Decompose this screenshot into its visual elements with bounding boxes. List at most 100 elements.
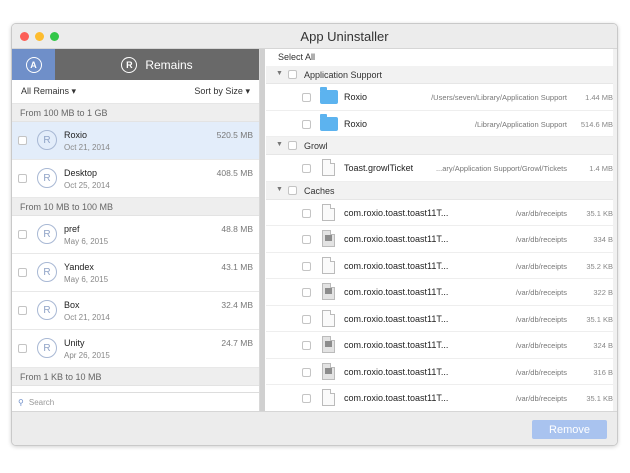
scrollbar[interactable] bbox=[613, 49, 617, 411]
remains-list: From 100 MB to 1 GB R Roxio Oct 21, 2014 520… bbox=[12, 104, 259, 412]
remove-button[interactable]: Remove bbox=[532, 420, 607, 439]
file-size: 514.6 MB bbox=[580, 119, 613, 129]
checkbox[interactable] bbox=[288, 70, 297, 79]
executable-file-icon bbox=[322, 283, 335, 300]
checkbox[interactable] bbox=[302, 288, 311, 297]
checkbox[interactable] bbox=[302, 235, 311, 244]
checkbox[interactable] bbox=[302, 261, 311, 271]
file-path: /var/db/receipts bbox=[515, 261, 567, 271]
checkbox[interactable] bbox=[302, 341, 311, 350]
checkbox[interactable] bbox=[18, 136, 27, 145]
file-row[interactable]: com.roxio.toast.toast11T... /var/db/recei… bbox=[266, 226, 617, 253]
app-date: May 6, 2015 bbox=[64, 237, 109, 246]
checkbox[interactable] bbox=[18, 174, 27, 183]
tab-remains[interactable]: R Remains bbox=[55, 49, 259, 80]
tab-remains-label: Remains bbox=[145, 57, 193, 72]
mode-tabs: A R Remains bbox=[12, 49, 259, 80]
app-store-icon: A bbox=[25, 56, 42, 73]
section-header[interactable]: ▼ Caches bbox=[266, 181, 617, 200]
app-size: 32.4 MB bbox=[221, 300, 253, 310]
file-row[interactable]: com.roxio.toast.toast11T... /var/db/recei… bbox=[266, 332, 617, 359]
tab-applications[interactable]: A bbox=[12, 49, 55, 80]
file-row[interactable]: Toast.growlTicket ...ary/Application Supp… bbox=[266, 155, 617, 182]
file-row[interactable]: com.roxio.toast.toast11T... /var/db/recei… bbox=[266, 279, 617, 306]
file-name: com.roxio.toast.toast11T... bbox=[344, 393, 449, 403]
file-size: 35.1 KB bbox=[586, 394, 613, 403]
checkbox[interactable] bbox=[18, 268, 27, 277]
file-name: com.roxio.toast.toast11T... bbox=[344, 366, 449, 377]
panel-divider[interactable] bbox=[260, 49, 265, 411]
app-name: Unity bbox=[64, 338, 85, 348]
file-row[interactable]: com.roxio.toast.toast11T... /var/db/recei… bbox=[266, 359, 617, 385]
all-remains-dropdown[interactable]: All Remains ▾ bbox=[21, 86, 76, 97]
app-list-item[interactable]: R Unity Apr 26, 2015 24.7 MB bbox=[12, 330, 259, 368]
checkbox[interactable] bbox=[302, 208, 311, 218]
sort-dropdown[interactable]: Sort by Size ▾ bbox=[194, 86, 250, 97]
section-label: Growl bbox=[304, 141, 328, 151]
file-path: /Users/seven/Library/Application Support bbox=[431, 93, 567, 102]
remains-app-icon: R bbox=[37, 300, 57, 320]
app-date: Oct 21, 2014 bbox=[64, 143, 110, 152]
executable-file-icon bbox=[322, 362, 335, 380]
group-header: From 10 MB to 100 MB bbox=[12, 198, 259, 216]
app-list-item[interactable]: Rpref May 6, 2015 48.8 MB bbox=[12, 216, 259, 254]
checkbox[interactable] bbox=[18, 306, 27, 315]
checkbox[interactable] bbox=[302, 93, 311, 102]
file-name: Roxio bbox=[344, 92, 368, 102]
app-list-item[interactable]: R Roxio Oct 21, 2014 520.5 MB bbox=[12, 122, 259, 160]
checkbox[interactable] bbox=[302, 394, 311, 403]
file-name: com.roxio.toast.toast11T... bbox=[344, 234, 449, 244]
select-all-button[interactable]: Select All bbox=[266, 49, 617, 66]
file-row[interactable]: com.roxio.toast.toast11T... /var/db/recei… bbox=[266, 385, 617, 412]
checkbox[interactable] bbox=[18, 230, 27, 239]
disclosure-triangle-icon[interactable]: ▼ bbox=[276, 186, 283, 193]
file-row[interactable]: com.roxio.toast.toast11T... /var/db/recei… bbox=[266, 253, 617, 279]
file-name: Toast.growlTicket bbox=[344, 163, 414, 173]
file-row[interactable]: Roxio/Users/seven/Library/Application Su… bbox=[266, 84, 617, 111]
app-date: May 6, 2015 bbox=[64, 275, 109, 284]
file-size: 35.1 KB bbox=[586, 208, 613, 218]
file-size: 334 B bbox=[593, 235, 613, 244]
dropdown-arrow-icon: ▾ bbox=[71, 86, 77, 96]
search-input[interactable]: Search bbox=[29, 398, 54, 407]
file-path: /var/db/receipts bbox=[515, 341, 567, 350]
section-header[interactable]: ▼ Growl bbox=[266, 137, 617, 155]
app-list-item[interactable]: R Box Oct 21, 2014 32.4 MB bbox=[12, 292, 259, 330]
checkbox[interactable] bbox=[302, 119, 311, 129]
section-header[interactable]: ▼ Application Support bbox=[266, 66, 617, 84]
disclosure-triangle-icon[interactable]: ▼ bbox=[276, 141, 283, 148]
checkbox[interactable] bbox=[302, 367, 311, 377]
checkbox[interactable] bbox=[288, 141, 297, 150]
executable-file-icon bbox=[322, 230, 335, 247]
app-date: Apr 26, 2015 bbox=[64, 351, 110, 360]
app-name: pref bbox=[64, 224, 80, 234]
app-window: App Uninstaller A R Remains All Remains … bbox=[11, 23, 618, 446]
file-name: com.roxio.toast.toast11T... bbox=[344, 313, 449, 324]
file-row[interactable]: com.roxio.toast.toast11T... /var/db/recei… bbox=[266, 306, 617, 332]
title-bar: App Uninstaller bbox=[12, 24, 617, 49]
group-header: From 100 MB to 1 GB bbox=[12, 104, 259, 122]
checkbox[interactable] bbox=[18, 344, 27, 353]
app-list-item[interactable]: R Yandex May 6, 2015 43.1 MB bbox=[12, 254, 259, 292]
checkbox[interactable] bbox=[288, 185, 297, 195]
section-label: Caches bbox=[304, 185, 335, 196]
file-size: 1.44 MB bbox=[585, 93, 613, 102]
left-panel: A R Remains All Remains ▾ Sort by Size ▾… bbox=[12, 49, 265, 412]
file-row[interactable]: Roxio/Library/Application Support 514.6 M… bbox=[266, 111, 617, 137]
app-name: Roxio bbox=[64, 130, 88, 140]
folder-icon bbox=[320, 113, 338, 131]
file-row[interactable]: com.roxio.toast.toast11T... /var/db/recei… bbox=[266, 200, 617, 226]
search-field[interactable]: ⚲ Search bbox=[12, 392, 259, 411]
app-size: 520.5 MB bbox=[216, 130, 253, 140]
file-path: /var/db/receipts bbox=[515, 235, 567, 244]
document-icon bbox=[322, 309, 335, 327]
search-icon: ⚲ bbox=[18, 397, 24, 407]
checkbox[interactable] bbox=[302, 314, 311, 324]
file-size: 316 B bbox=[593, 367, 613, 377]
group-header: From 1 KB to 10 MB bbox=[12, 368, 259, 386]
remains-app-icon: R bbox=[37, 168, 57, 188]
disclosure-triangle-icon[interactable]: ▼ bbox=[276, 70, 283, 77]
app-list-item[interactable]: R Desktop Oct 25, 2014 408.5 MB bbox=[12, 160, 259, 198]
checkbox[interactable] bbox=[302, 164, 311, 173]
file-size: 324 B bbox=[593, 341, 613, 350]
